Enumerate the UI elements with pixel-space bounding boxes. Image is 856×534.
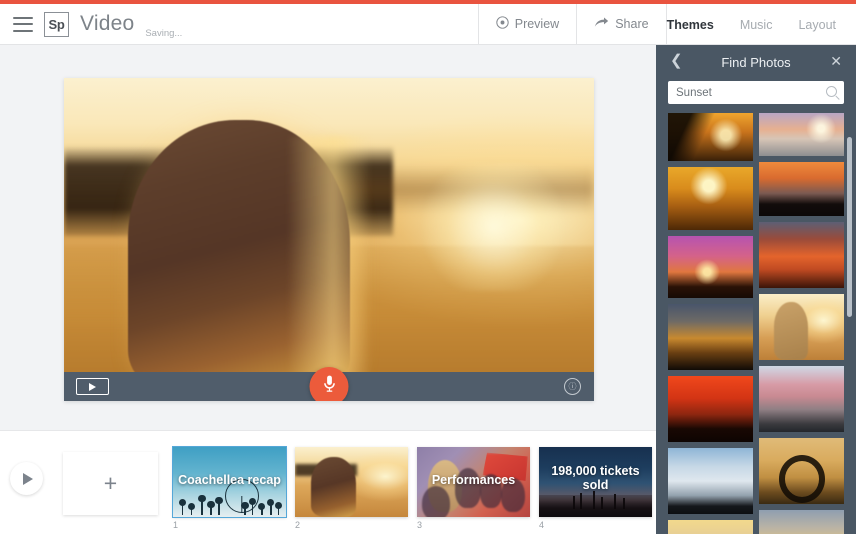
- record-button[interactable]: [310, 367, 349, 401]
- preview-label: Preview: [515, 17, 559, 31]
- page-title: Video: [80, 12, 134, 36]
- find-photos-panel: ❮ Find Photos ✕: [656, 45, 856, 534]
- preview-button[interactable]: Preview: [479, 4, 576, 44]
- eye-icon: [496, 16, 509, 32]
- slide-thumbnail-3[interactable]: Performances: [417, 447, 530, 517]
- saving-status: Saving...: [145, 28, 182, 44]
- editor-stage: ⓘ: [0, 45, 656, 430]
- slide-thumbnail-2[interactable]: [295, 447, 408, 517]
- photo-thumbnail[interactable]: [759, 222, 844, 288]
- preview-toolbar: ⓘ: [64, 372, 594, 401]
- slide-number-1: 1: [173, 520, 286, 530]
- share-button[interactable]: Share: [577, 4, 665, 44]
- header-tabs: Themes Music Layout: [667, 4, 856, 44]
- slide-number-2: 2: [295, 520, 408, 530]
- play-frame-icon[interactable]: [76, 378, 109, 395]
- share-label: Share: [615, 17, 648, 31]
- photo-thumbnail[interactable]: [668, 448, 753, 514]
- search-icon[interactable]: [826, 86, 837, 97]
- spark-video-editor: Sp Video Saving... Preview Share: [0, 0, 856, 534]
- photo-column-left: [668, 113, 753, 534]
- panel-search-row: [656, 79, 856, 104]
- list-item[interactable]: Coachellea recap 1: [173, 447, 286, 530]
- photo-thumbnail[interactable]: [668, 236, 753, 298]
- photo-thumbnail[interactable]: [759, 294, 844, 360]
- slide-list: Coachellea recap 1 2: [173, 447, 652, 530]
- photo-thumbnail[interactable]: [759, 366, 844, 432]
- share-arrow-icon: [594, 16, 609, 32]
- slide-4-caption: 198,000 tickets sold: [539, 464, 652, 493]
- photo-thumbnail[interactable]: [668, 304, 753, 370]
- header-spacer: [182, 4, 477, 44]
- panel-title: Find Photos: [721, 55, 790, 70]
- preview-sunflare: [414, 162, 573, 291]
- slide-2-background: [295, 447, 408, 517]
- panel-header: ❮ Find Photos ✕: [656, 45, 856, 79]
- hamburger-icon[interactable]: [13, 17, 33, 32]
- tab-layout[interactable]: Layout: [798, 16, 836, 32]
- slide-preview[interactable]: ⓘ: [64, 78, 594, 401]
- panel-scrollbar[interactable]: [847, 137, 852, 317]
- slide-thumbnail-4[interactable]: 198,000 tickets sold: [539, 447, 652, 517]
- slide-number-3: 3: [417, 520, 530, 530]
- photo-thumbnail[interactable]: [759, 113, 844, 156]
- list-item[interactable]: Performances 3: [417, 447, 530, 530]
- photo-thumbnail[interactable]: [759, 438, 844, 504]
- tab-themes[interactable]: Themes: [667, 16, 714, 32]
- photo-thumbnail[interactable]: [668, 167, 753, 230]
- photo-thumbnail[interactable]: [668, 113, 753, 161]
- photo-thumbnail[interactable]: [668, 376, 753, 442]
- app-header: Sp Video Saving... Preview Share: [0, 4, 856, 45]
- photo-results-grid: [656, 104, 856, 534]
- preview-hair-glow: [287, 136, 372, 381]
- slide-number-4: 4: [539, 520, 652, 530]
- list-item[interactable]: 198,000 tickets sold 4: [539, 447, 652, 530]
- microphone-icon: [322, 374, 336, 399]
- list-item[interactable]: 2: [295, 447, 408, 530]
- photo-column-right: [759, 113, 844, 534]
- tab-music[interactable]: Music: [740, 16, 773, 32]
- search-input[interactable]: [668, 81, 844, 104]
- preview-photo: [64, 78, 594, 401]
- chevron-left-icon[interactable]: ❮: [670, 53, 683, 68]
- search-box[interactable]: [668, 81, 844, 104]
- photo-thumbnail[interactable]: [759, 510, 844, 534]
- slide-thumbnail-1[interactable]: Coachellea recap: [173, 447, 286, 517]
- slide-1-caption: Coachellea recap: [173, 473, 286, 487]
- photo-thumbnail[interactable]: [668, 520, 753, 534]
- close-icon[interactable]: ✕: [830, 54, 842, 68]
- header-left-group: Sp Video Saving...: [0, 4, 182, 44]
- add-slide-button[interactable]: +: [63, 452, 158, 515]
- play-icon[interactable]: [10, 462, 43, 495]
- clock-icon[interactable]: ⓘ: [564, 378, 581, 395]
- sp-logo[interactable]: Sp: [44, 12, 69, 37]
- photo-thumbnail[interactable]: [759, 162, 844, 216]
- slide-3-caption: Performances: [417, 473, 530, 487]
- slide-timeline: +: [0, 430, 656, 534]
